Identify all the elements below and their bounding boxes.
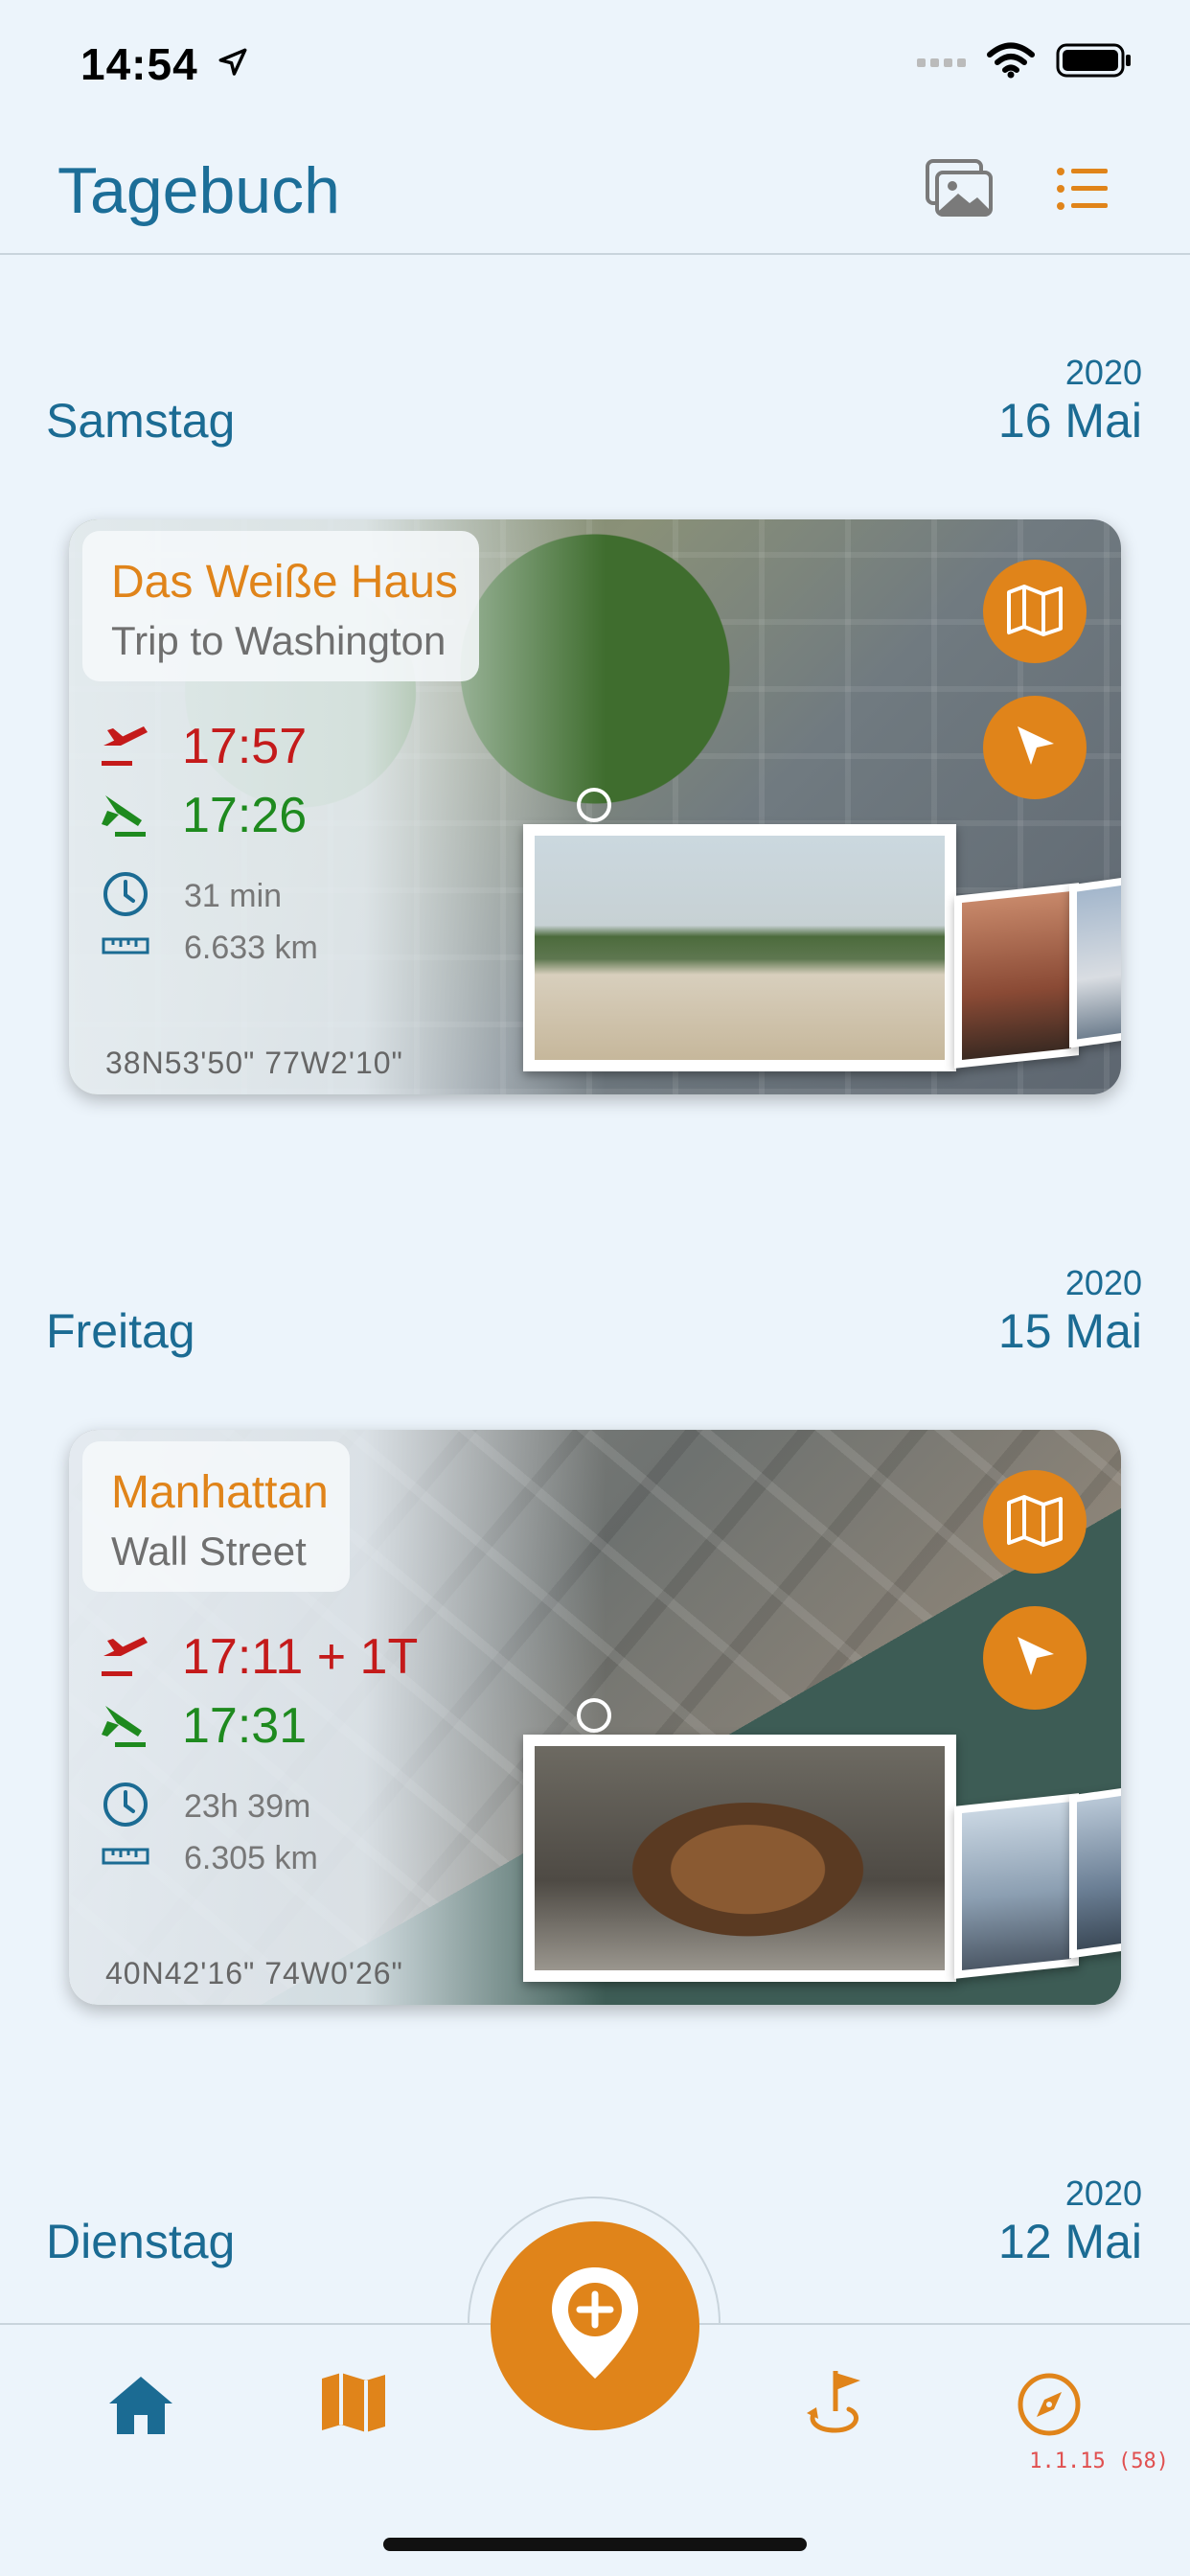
day-date: 15 Mai xyxy=(997,1304,1142,1358)
entry-title: Manhattan xyxy=(111,1467,329,1518)
page-title: Tagebuch xyxy=(57,154,340,227)
compass-icon[interactable] xyxy=(1016,2371,1083,2443)
photo-thumbnail[interactable] xyxy=(1069,874,1121,1048)
day-weekday: Freitag xyxy=(46,1304,195,1358)
map-button[interactable] xyxy=(983,560,1087,663)
photos-icon[interactable] xyxy=(926,159,993,223)
location-arrow-icon xyxy=(217,46,249,83)
add-location-icon xyxy=(542,2262,648,2391)
distance: 6.633 km xyxy=(184,930,318,966)
wifi-icon xyxy=(987,42,1035,83)
photo-thumbnail[interactable] xyxy=(1069,1784,1121,1959)
distance: 6.305 km xyxy=(184,1840,318,1876)
version-label: 1.1.15 (58) xyxy=(1029,2450,1169,2473)
day-year: 2020 xyxy=(1064,353,1142,392)
coordinates: 40N42'16" 74W0'26" xyxy=(105,1956,403,1990)
day-year: 2020 xyxy=(1064,2174,1142,2213)
battery-icon xyxy=(1056,42,1133,83)
ruler-icon xyxy=(102,932,149,965)
photo-thumbnail[interactable] xyxy=(954,883,1079,1069)
flag-return-icon[interactable] xyxy=(803,2367,870,2441)
location-marker-icon xyxy=(575,786,613,829)
arrival-time: 17:26 xyxy=(182,787,308,843)
home-indicator[interactable] xyxy=(383,2538,807,2551)
cellular-signal-icon xyxy=(917,58,966,67)
day-weekday: Samstag xyxy=(46,394,236,448)
arrival-icon xyxy=(98,786,151,844)
navigation-arrow-icon xyxy=(1008,719,1062,777)
arrival-icon xyxy=(98,1696,151,1755)
navigate-button[interactable] xyxy=(983,696,1087,799)
clock-icon xyxy=(102,870,149,923)
photo-thumbnail[interactable] xyxy=(523,824,956,1071)
photo-thumbnail[interactable] xyxy=(954,1793,1079,1979)
add-entry-button[interactable] xyxy=(491,2221,699,2430)
departure-time: 17:11 + 1T xyxy=(182,1628,419,1685)
diary-entry-card[interactable]: Manhattan Wall Street 17:11 + 1T 17:31 2… xyxy=(69,1430,1121,2005)
clock-icon xyxy=(102,1781,149,1833)
coordinates: 38N53'50" 77W2'10" xyxy=(105,1046,403,1080)
home-icon[interactable] xyxy=(105,2373,176,2441)
map-icon xyxy=(1005,583,1064,641)
departure-icon xyxy=(98,717,151,775)
departure-time: 17:57 xyxy=(182,718,308,774)
day-weekday: Dienstag xyxy=(46,2215,236,2268)
title-box: Das Weiße Haus Trip to Washington xyxy=(82,531,479,681)
status-time: 14:54 xyxy=(80,39,198,89)
map-icon[interactable] xyxy=(320,2371,387,2439)
diary-entry-card[interactable]: Das Weiße Haus Trip to Washington 17:57 … xyxy=(69,519,1121,1094)
header-divider xyxy=(0,253,1190,255)
day-date: 12 Mai xyxy=(997,2215,1142,2268)
ruler-icon xyxy=(102,1842,149,1875)
map-icon xyxy=(1005,1493,1064,1552)
photo-thumbnail[interactable] xyxy=(523,1735,956,1982)
entry-subtitle: Wall Street xyxy=(111,1529,307,1574)
title-box: Manhattan Wall Street xyxy=(82,1441,350,1592)
map-button[interactable] xyxy=(983,1470,1087,1574)
navigation-arrow-icon xyxy=(1008,1629,1062,1688)
departure-icon xyxy=(98,1627,151,1686)
entry-subtitle: Trip to Washington xyxy=(111,618,446,663)
list-icon[interactable] xyxy=(1056,167,1110,216)
day-year: 2020 xyxy=(1064,1263,1142,1302)
location-marker-icon xyxy=(575,1696,613,1739)
arrival-time: 17:31 xyxy=(182,1697,308,1754)
day-date: 16 Mai xyxy=(997,394,1142,448)
entry-title: Das Weiße Haus xyxy=(111,557,458,608)
duration: 31 min xyxy=(184,878,283,914)
duration: 23h 39m xyxy=(184,1788,311,1825)
navigate-button[interactable] xyxy=(983,1606,1087,1710)
